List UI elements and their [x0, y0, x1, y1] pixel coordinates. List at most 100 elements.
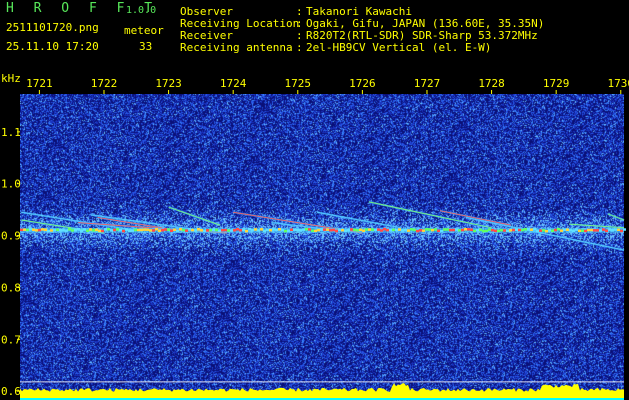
carrier-segment [284, 229, 287, 233]
carrier-segment [191, 228, 194, 232]
carrier-segment [386, 228, 389, 232]
app-version: 1.0.0 [126, 5, 157, 16]
carrier-segment [308, 228, 311, 231]
carrier-segment [347, 228, 350, 232]
carrier-segment [575, 228, 578, 231]
carrier-segment [383, 227, 386, 231]
carrier-segment [362, 229, 365, 232]
carrier-segment [107, 227, 110, 231]
carrier-segment [623, 228, 626, 231]
carrier-segment [359, 228, 362, 232]
carrier-segment [422, 229, 425, 232]
carrier-segment [440, 229, 443, 233]
carrier-segment [44, 228, 47, 232]
carrier-segment [617, 228, 620, 232]
carrier-segment [326, 228, 329, 231]
carrier-segment [614, 228, 617, 231]
carrier-segment [602, 228, 605, 231]
carrier-segment [200, 228, 203, 232]
carrier-segment [275, 228, 278, 232]
carrier-segment [101, 229, 104, 233]
carrier-segment [584, 229, 587, 233]
carrier-segment [521, 228, 524, 232]
carrier-segment [95, 228, 98, 232]
carrier-segment [116, 228, 119, 231]
carrier-segment [374, 228, 377, 232]
carrier-segment [377, 228, 380, 231]
carrier-segment [155, 228, 158, 231]
carrier-segment [443, 228, 446, 231]
carrier-segment [527, 228, 530, 231]
carrier-segment [611, 228, 614, 232]
carrier-segment [434, 228, 437, 231]
spectrogram-field [20, 94, 626, 400]
carrier-segment [158, 229, 161, 232]
carrier-segment [206, 229, 209, 232]
carrier-segment [413, 228, 416, 232]
carrier-segment [62, 229, 65, 232]
carrier-segment [539, 229, 542, 232]
carrier-segment [401, 229, 404, 232]
carrier-segment [221, 228, 224, 232]
carrier-segment [407, 229, 410, 232]
carrier-segment [404, 228, 407, 232]
x-tick-label: 1729 [543, 77, 570, 90]
carrier-segment [590, 228, 593, 232]
carrier-segment [272, 228, 275, 231]
carrier-segment [80, 229, 83, 233]
carrier-segment [227, 229, 230, 232]
carrier-segment [470, 228, 473, 231]
carrier-segment [371, 228, 374, 231]
carrier-segment [287, 229, 290, 232]
carrier-segment [473, 229, 476, 233]
carrier-segment [236, 227, 239, 231]
carrier-segment [179, 228, 182, 231]
carrier-segment [533, 228, 536, 231]
carrier-segment [23, 228, 26, 231]
carrier-segment [224, 228, 227, 232]
carrier-segment [98, 229, 101, 233]
carrier-segment [269, 228, 272, 232]
carrier-segment [230, 229, 233, 232]
carrier-segment [509, 229, 512, 232]
x-tick-label: 1724 [220, 77, 247, 90]
y-tick-label: 1.1 [1, 126, 21, 139]
carrier-segment [488, 228, 491, 231]
carrier-segment [416, 229, 419, 233]
carrier-segment [311, 229, 314, 232]
y-axis-label: kHz [1, 72, 21, 85]
carrier-segment [152, 229, 155, 232]
carrier-segment [149, 229, 152, 232]
carrier-segment [209, 228, 212, 232]
carrier-segment [254, 228, 257, 231]
carrier-segment [542, 229, 545, 232]
carrier-segment [266, 228, 269, 232]
carrier-segment [437, 229, 440, 233]
carrier-segment [113, 228, 116, 232]
antenna-key: Receiving antenna [180, 41, 293, 54]
carrier-segment [32, 228, 35, 231]
carrier-segment [578, 229, 581, 233]
carrier-segment [557, 227, 560, 231]
carrier-segment [332, 228, 335, 232]
carrier-segment [299, 229, 302, 232]
carrier-segment [248, 227, 251, 231]
carrier-segment [74, 228, 77, 232]
carrier-segment [143, 228, 146, 231]
carrier-segment [329, 228, 332, 232]
carrier-segment [620, 229, 623, 233]
carrier-segment [389, 228, 392, 232]
carrier-segment [536, 229, 539, 233]
x-tick-label: 1721 [26, 77, 53, 90]
carrier-segment [212, 228, 215, 231]
carrier-segment [104, 228, 107, 231]
carrier-segment [161, 229, 164, 232]
carrier-segment [239, 229, 242, 232]
carrier-segment [140, 228, 143, 232]
carrier-segment [263, 229, 266, 233]
capture-datetime: 25.11.10 17:20 [6, 40, 99, 53]
carrier-segment [182, 228, 185, 232]
carrier-segment [368, 228, 371, 231]
carrier-segment [503, 229, 506, 232]
carrier-segment [581, 229, 584, 232]
